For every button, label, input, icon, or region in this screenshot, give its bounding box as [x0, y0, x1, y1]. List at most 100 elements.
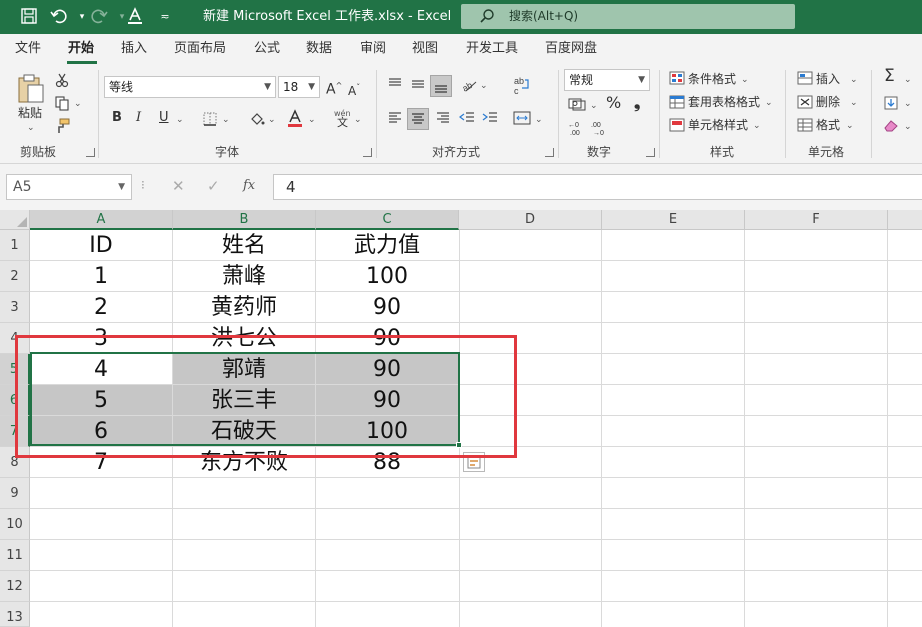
- borders-icon[interactable]: [202, 111, 218, 127]
- cell-c1[interactable]: 武力值: [316, 230, 458, 261]
- fill-color-dropdown-icon[interactable]: ⌄: [268, 112, 276, 128]
- row-header[interactable]: 2: [0, 261, 30, 292]
- format-as-table-dropdown-icon[interactable]: ⌄: [765, 95, 773, 111]
- increase-font-size-icon[interactable]: A^: [326, 78, 342, 98]
- row-header[interactable]: 11: [0, 540, 30, 571]
- cell-a2[interactable]: 1: [30, 261, 172, 292]
- orientation-icon[interactable]: ab: [460, 76, 478, 92]
- format-as-table-icon[interactable]: [669, 95, 685, 109]
- phonetic-char[interactable]: 文: [337, 115, 348, 131]
- autosum-button[interactable]: Σ: [884, 68, 895, 85]
- align-top-icon[interactable]: [387, 76, 403, 92]
- insert-cells-icon[interactable]: [797, 71, 813, 85]
- italic-button[interactable]: I: [136, 110, 141, 126]
- tab-home[interactable]: 开始: [68, 40, 94, 57]
- delete-cells-dropdown-icon[interactable]: ⌄: [850, 95, 858, 111]
- clipboard-launcher-icon[interactable]: [86, 148, 95, 157]
- column-header-g[interactable]: [888, 210, 922, 230]
- delete-cells-icon[interactable]: [797, 95, 813, 109]
- cancel-formula-icon[interactable]: ✕: [172, 176, 185, 196]
- number-launcher-icon[interactable]: [646, 148, 655, 157]
- merge-dropdown-icon[interactable]: ⌄: [535, 112, 543, 128]
- increase-indent-icon[interactable]: [482, 110, 498, 126]
- tab-review[interactable]: 审阅: [360, 40, 386, 57]
- row-header[interactable]: 13: [0, 602, 30, 627]
- percent-style-button[interactable]: %: [606, 95, 621, 111]
- name-box[interactable]: A5 ▼: [6, 174, 132, 200]
- font-color-icon[interactable]: [286, 109, 304, 129]
- phonetic-dropdown-icon[interactable]: ⌄: [354, 112, 362, 128]
- autosum-dropdown-icon[interactable]: ⌄: [904, 72, 912, 88]
- fill-icon[interactable]: [883, 95, 899, 111]
- clear-dropdown-icon[interactable]: ⌄: [904, 119, 912, 135]
- font-size-select[interactable]: 18 ▼: [278, 76, 320, 98]
- conditional-formatting-dropdown-icon[interactable]: ⌄: [741, 72, 749, 88]
- tab-file[interactable]: 文件: [15, 40, 41, 57]
- fill-color-icon[interactable]: [248, 110, 266, 128]
- row-header[interactable]: 1: [0, 230, 30, 261]
- cell-c2[interactable]: 100: [316, 261, 458, 292]
- format-cells-button[interactable]: 格式: [816, 117, 840, 133]
- insert-cells-button[interactable]: 插入: [816, 71, 840, 87]
- save-icon[interactable]: [20, 7, 40, 27]
- copy-dropdown-icon[interactable]: ⌄: [74, 96, 82, 112]
- tab-baidu-netdisk[interactable]: 百度网盘: [545, 40, 597, 57]
- font-name-select[interactable]: 等线 ▼: [104, 76, 276, 98]
- underline-button[interactable]: U: [159, 110, 169, 126]
- number-format-select[interactable]: 常规 ▼: [564, 69, 650, 91]
- decrease-decimal-icon[interactable]: .00→0: [590, 119, 610, 137]
- cell-b2[interactable]: 萧峰: [173, 261, 315, 292]
- cut-icon[interactable]: [54, 72, 70, 88]
- cell-styles-button[interactable]: 单元格样式: [688, 117, 748, 133]
- paste-dropdown-icon[interactable]: ⌄: [27, 120, 35, 136]
- format-painter-icon[interactable]: [54, 118, 70, 134]
- row-header[interactable]: 10: [0, 509, 30, 540]
- align-middle-icon[interactable]: [410, 76, 426, 92]
- tab-developer[interactable]: 开发工具: [466, 40, 518, 57]
- conditional-formatting-button[interactable]: 条件格式: [688, 71, 736, 87]
- align-right-icon[interactable]: [435, 110, 451, 126]
- fill-dropdown-icon[interactable]: ⌄: [904, 96, 912, 112]
- comma-style-button[interactable]: ❟: [634, 95, 640, 111]
- font-color-dropdown-icon[interactable]: ⌄: [308, 112, 316, 128]
- column-header-d[interactable]: D: [459, 210, 602, 230]
- delete-cells-button[interactable]: 删除: [816, 94, 840, 110]
- insert-cells-dropdown-icon[interactable]: ⌄: [850, 72, 858, 88]
- column-header-b[interactable]: B: [173, 210, 316, 230]
- cell-a1[interactable]: ID: [30, 230, 172, 261]
- paste-label[interactable]: 粘贴: [18, 105, 42, 121]
- alignment-launcher-icon[interactable]: [545, 148, 554, 157]
- align-left-icon[interactable]: [387, 110, 403, 126]
- wrap-text-icon[interactable]: abc: [513, 76, 531, 96]
- align-bottom-button[interactable]: [430, 75, 452, 97]
- row-header[interactable]: 12: [0, 571, 30, 602]
- clear-icon[interactable]: [883, 118, 899, 132]
- format-cells-dropdown-icon[interactable]: ⌄: [846, 118, 854, 134]
- tab-page-layout[interactable]: 页面布局: [174, 40, 226, 57]
- tab-insert[interactable]: 插入: [121, 40, 147, 57]
- format-cells-icon[interactable]: [797, 118, 813, 132]
- cell-c3[interactable]: 90: [316, 292, 458, 323]
- select-all-button[interactable]: [0, 210, 30, 230]
- conditional-formatting-icon[interactable]: [669, 71, 685, 85]
- cell-b3[interactable]: 黄药师: [173, 292, 315, 323]
- align-center-button[interactable]: [407, 108, 429, 130]
- cell-a3[interactable]: 2: [30, 292, 172, 323]
- row-header[interactable]: 3: [0, 292, 30, 323]
- column-header-c[interactable]: C: [316, 210, 459, 230]
- column-header-e[interactable]: E: [602, 210, 745, 230]
- row-header[interactable]: 9: [0, 478, 30, 509]
- font-launcher-icon[interactable]: [363, 148, 372, 157]
- underline-dropdown-icon[interactable]: ⌄: [176, 112, 184, 128]
- cell-styles-icon[interactable]: [669, 118, 685, 132]
- undo-icon[interactable]: [50, 7, 70, 27]
- undo-dropdown-icon[interactable]: ▾: [72, 7, 92, 27]
- accounting-format-icon[interactable]: [568, 97, 586, 111]
- enter-formula-icon[interactable]: ✓: [207, 176, 220, 196]
- bold-button[interactable]: B: [112, 110, 122, 126]
- decrease-indent-icon[interactable]: [459, 110, 475, 126]
- merge-center-icon[interactable]: [513, 110, 531, 126]
- insert-function-button[interactable]: fx: [243, 176, 255, 196]
- search-box[interactable]: 搜索(Alt+Q): [461, 4, 795, 29]
- cell-b1[interactable]: 姓名: [173, 230, 315, 261]
